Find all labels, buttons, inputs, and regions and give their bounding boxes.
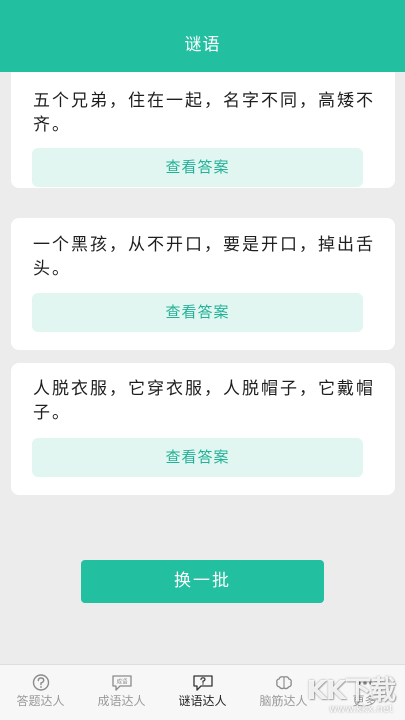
watermark-text: KK下载	[306, 676, 396, 706]
view-answer-button[interactable]: 查看答案	[32, 293, 363, 332]
tab-idiom[interactable]: 成语 成语达人	[81, 665, 162, 720]
refresh-batch-button[interactable]: 换一批	[81, 560, 324, 603]
page-title: 谜语	[184, 35, 221, 55]
view-answer-button[interactable]: 查看答案	[32, 148, 363, 187]
riddle-text: 五个兄弟，住在一起，名字不同，高矮不齐。	[33, 91, 375, 135]
idiom-icon-text: 成语	[116, 678, 128, 686]
watermark-url: www.kkx.net	[329, 704, 393, 715]
riddle-chat-icon	[192, 675, 213, 691]
riddle-card: 人脱衣服，它穿衣服，人脱帽子，它戴帽子。 查看答案	[11, 363, 395, 495]
tab-label: 成语达人	[97, 694, 146, 708]
idiom-chat-icon: 成语	[111, 675, 132, 691]
tab-label: 谜语达人	[178, 694, 227, 708]
riddle-text: 一个黑孩，从不开口，要是开口，掉出舌头。	[33, 235, 375, 279]
tab-riddle[interactable]: 谜语达人	[162, 665, 243, 720]
tab-quiz[interactable]: 答题达人	[0, 665, 81, 720]
header-bar: 谜语	[0, 0, 405, 72]
tab-label: 答题达人	[16, 694, 65, 708]
question-circle-icon	[32, 674, 49, 691]
watermark-logo: KK下载 www.kkx.net	[281, 664, 401, 720]
riddle-card: 一个黑孩，从不开口，要是开口，掉出舌头。 查看答案	[11, 218, 395, 350]
riddle-card: 五个兄弟，住在一起，名字不同，高矮不齐。 查看答案	[11, 72, 395, 188]
riddle-text: 人脱衣服，它穿衣服，人脱帽子，它戴帽子。	[33, 379, 375, 423]
view-answer-button[interactable]: 查看答案	[32, 438, 363, 477]
